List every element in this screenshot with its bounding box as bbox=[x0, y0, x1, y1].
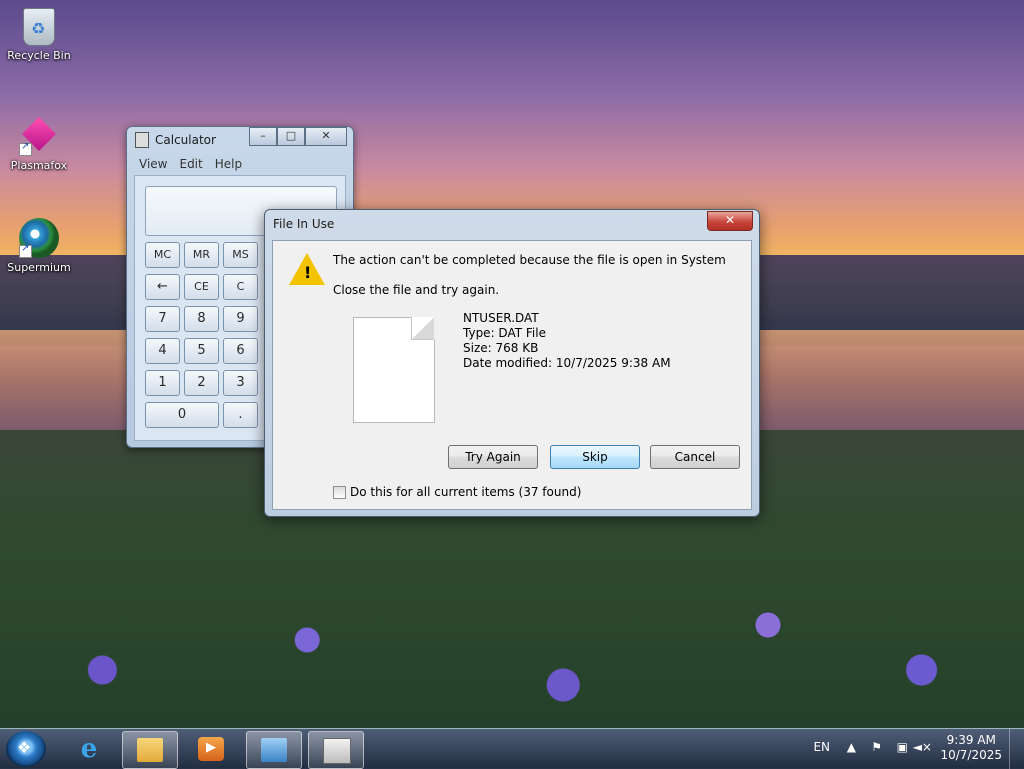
menu-help[interactable]: Help bbox=[215, 157, 242, 171]
desktop-icon-supermium[interactable]: Supermium bbox=[1, 218, 77, 274]
taskbar-control-panel[interactable] bbox=[246, 731, 302, 769]
folder-icon bbox=[137, 738, 163, 762]
memory-store-button[interactable]: MS bbox=[223, 242, 258, 268]
digit-0-button[interactable]: 0 bbox=[145, 402, 219, 428]
digit-2-button[interactable]: 2 bbox=[184, 370, 219, 396]
digit-8-button[interactable]: 8 bbox=[184, 306, 219, 332]
calculator-title: Calculator bbox=[155, 133, 216, 147]
start-button[interactable] bbox=[6, 731, 46, 767]
memory-clear-button[interactable]: MC bbox=[145, 242, 180, 268]
dialog-close-button[interactable]: ✕ bbox=[707, 211, 753, 231]
file-date-modified: Date modified: 10/7/2025 9:38 AM bbox=[463, 356, 671, 370]
file-name: NTUSER.DAT bbox=[463, 311, 539, 325]
file-icon-fold bbox=[411, 317, 434, 340]
shortcut-arrow-icon bbox=[19, 243, 32, 258]
file-type: Type: DAT File bbox=[463, 326, 546, 340]
clock-time: 9:39 AM bbox=[946, 733, 996, 747]
maximize-button[interactable]: □ bbox=[277, 127, 305, 146]
menu-view[interactable]: View bbox=[139, 157, 167, 171]
file-in-use-dialog[interactable]: File In Use ✕ ! The action can't be comp… bbox=[264, 209, 760, 517]
calculator-window-controls: – □ ✕ bbox=[249, 127, 347, 146]
checkbox-label[interactable]: Do this for all current items (37 found) bbox=[350, 485, 581, 499]
clock-date: 10/7/2025 bbox=[940, 748, 1002, 762]
digit-1-button[interactable]: 1 bbox=[145, 370, 180, 396]
network-icon[interactable]: ▣ bbox=[897, 740, 908, 754]
digit-5-button[interactable]: 5 bbox=[184, 338, 219, 364]
digit-9-button[interactable]: 9 bbox=[223, 306, 258, 332]
control-panel-icon bbox=[261, 738, 287, 762]
recycle-bin-icon bbox=[23, 8, 55, 46]
dialog-title: File In Use bbox=[273, 217, 335, 231]
digit-4-button[interactable]: 4 bbox=[145, 338, 180, 364]
apply-to-all-checkbox[interactable]: Do this for all current items (37 found) bbox=[333, 485, 581, 499]
desktop-icon-plasmafox[interactable]: Plasmafox bbox=[1, 116, 77, 172]
decimal-point-button[interactable]: . bbox=[223, 402, 258, 428]
taskbar: e EN ▲ ⚑ ▣ ◄× 9:39 AM 10/7/2025 bbox=[0, 728, 1024, 769]
action-center-flag-icon[interactable]: ⚑ bbox=[871, 740, 882, 754]
desktop-icon-label: Plasmafox bbox=[10, 159, 68, 172]
taskbar-calculator[interactable] bbox=[308, 731, 364, 769]
calculator-icon bbox=[135, 132, 149, 148]
desktop-icon-label: Supermium bbox=[7, 261, 71, 274]
try-again-button[interactable]: Try Again bbox=[448, 445, 538, 469]
close-button[interactable]: ✕ bbox=[305, 127, 347, 146]
digit-6-button[interactable]: 6 bbox=[223, 338, 258, 364]
warning-exclamation-icon: ! bbox=[304, 263, 312, 282]
volume-muted-icon[interactable]: ◄× bbox=[913, 740, 932, 754]
media-player-icon bbox=[198, 737, 224, 761]
minimize-button[interactable]: – bbox=[249, 127, 277, 146]
file-size: Size: 768 KB bbox=[463, 341, 539, 355]
cancel-button[interactable]: Cancel bbox=[650, 445, 740, 469]
clear-button[interactable]: C bbox=[223, 274, 258, 300]
digit-7-button[interactable]: 7 bbox=[145, 306, 180, 332]
clear-entry-button[interactable]: CE bbox=[184, 274, 219, 300]
digit-3-button[interactable]: 3 bbox=[223, 370, 258, 396]
menu-edit[interactable]: Edit bbox=[179, 157, 202, 171]
dialog-content: ! The action can't be completed because … bbox=[272, 240, 752, 510]
show-desktop-button[interactable] bbox=[1009, 729, 1024, 769]
taskbar-internet-explorer[interactable]: e bbox=[62, 731, 116, 767]
supermium-icon bbox=[19, 218, 59, 258]
plasmafox-icon bbox=[19, 116, 59, 156]
desktop-icon-label: Recycle Bin bbox=[7, 49, 71, 62]
skip-button[interactable]: Skip bbox=[550, 445, 640, 469]
calculator-menubar: View Edit Help bbox=[127, 153, 353, 175]
desktop-icon-recycle-bin[interactable]: Recycle Bin bbox=[1, 8, 77, 62]
backspace-button[interactable]: ← bbox=[145, 274, 180, 300]
memory-recall-button[interactable]: MR bbox=[184, 242, 219, 268]
calculator-icon bbox=[323, 738, 351, 764]
internet-explorer-icon: e bbox=[80, 734, 98, 764]
clock[interactable]: 9:39 AM 10/7/2025 bbox=[940, 733, 1002, 763]
taskbar-media-player[interactable] bbox=[184, 731, 238, 767]
show-hidden-icons-icon[interactable]: ▲ bbox=[847, 740, 856, 754]
taskbar-windows-explorer[interactable] bbox=[122, 731, 178, 769]
checkbox-box[interactable] bbox=[333, 485, 346, 499]
shortcut-arrow-icon bbox=[19, 141, 32, 156]
file-details: NTUSER.DAT Type: DAT File Size: 768 KB D… bbox=[463, 311, 671, 371]
dialog-message: The action can't be completed because th… bbox=[333, 253, 726, 267]
dialog-instruction: Close the file and try again. bbox=[333, 283, 500, 297]
language-indicator[interactable]: EN bbox=[813, 740, 830, 754]
